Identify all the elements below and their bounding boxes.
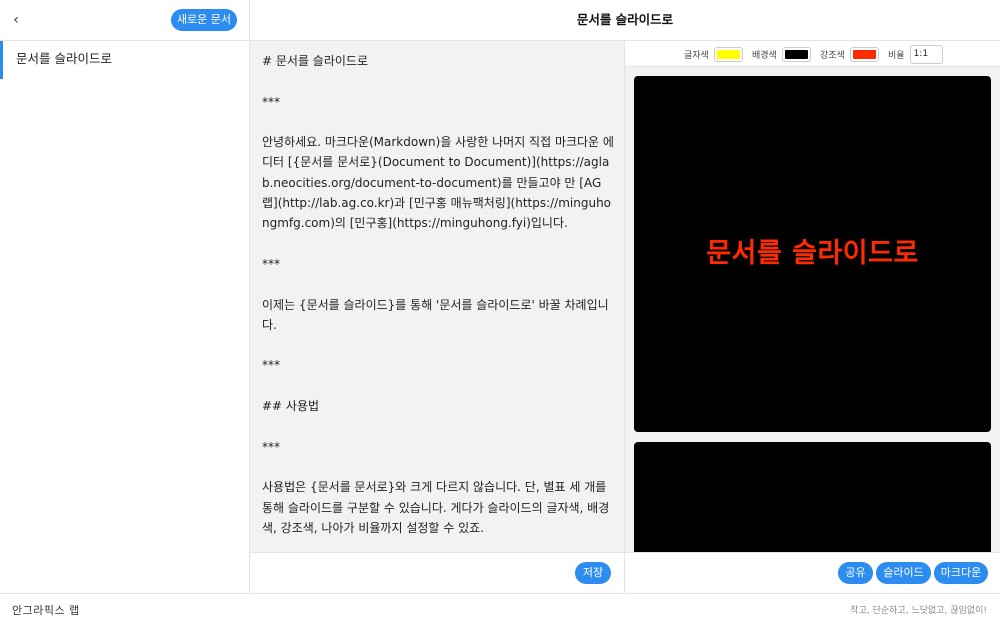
accent-color-label: 강조색 xyxy=(820,50,845,61)
text-color-swatch[interactable] xyxy=(713,46,743,62)
background-color-control: 배경색 xyxy=(752,45,811,63)
text-color-control: 글자색 xyxy=(684,45,743,63)
ratio-control: 비율 1:1 xyxy=(888,44,943,64)
editor-footer: 저장 xyxy=(250,552,625,593)
ratio-input[interactable]: 1:1 xyxy=(909,44,943,64)
site-footer: 안그라픽스 랩 작고, 단순하고, 느닷없고, 끊임없이! xyxy=(0,593,1000,625)
markdown-editor[interactable]: # 문서를 슬라이드로 *** 안녕하세요. 마크다운(Markdown)을 사… xyxy=(250,41,625,552)
slide-settings-bar: 글자색 배경색 강조색 비율 1:1 xyxy=(625,41,1000,67)
text-color-label: 글자색 xyxy=(684,50,709,61)
document-list: 문서를 슬라이드로 xyxy=(0,41,250,593)
document-list-item[interactable]: 문서를 슬라이드로 xyxy=(0,41,249,79)
top-bar-left: ‹ 새로운 문서 xyxy=(0,0,250,41)
share-button[interactable]: 공유 xyxy=(838,562,873,584)
markdown-mode-button[interactable]: 마크다운 xyxy=(934,562,988,584)
background-color-fill xyxy=(784,49,808,59)
brand-logo[interactable]: 안그라픽스 랩 xyxy=(12,602,80,618)
text-color-fill xyxy=(716,49,740,59)
chevron-left-icon[interactable]: ‹ xyxy=(9,11,23,29)
tagline: 작고, 단순하고, 느닷없고, 끊임없이! xyxy=(850,606,987,616)
top-bar: ‹ 새로운 문서 문서를 슬라이드로 xyxy=(0,0,1000,41)
slide-preview: 글자색 배경색 강조색 비율 1:1 문서를 슬라이드로 xyxy=(625,41,1000,552)
accent-color-fill xyxy=(852,49,876,59)
save-button[interactable]: 저장 xyxy=(575,562,611,584)
accent-color-control: 강조색 xyxy=(820,45,879,63)
slide-mode-button[interactable]: 슬라이드 xyxy=(876,562,931,584)
page-title: 문서를 슬라이드로 xyxy=(576,12,674,27)
slide-card xyxy=(634,442,991,552)
background-color-swatch[interactable] xyxy=(781,46,811,62)
slide-title: 문서를 슬라이드로 xyxy=(706,238,919,269)
ratio-label: 비율 xyxy=(888,50,905,61)
preview-footer: 공유 슬라이드 마크다운 xyxy=(625,552,1000,593)
new-document-button[interactable]: 새로운 문서 xyxy=(171,9,237,31)
slide-card: 문서를 슬라이드로 xyxy=(634,76,991,432)
editor-text[interactable]: # 문서를 슬라이드로 *** 안녕하세요. 마크다운(Markdown)을 사… xyxy=(262,51,616,538)
accent-color-swatch[interactable] xyxy=(849,46,879,62)
background-color-label: 배경색 xyxy=(752,50,777,61)
